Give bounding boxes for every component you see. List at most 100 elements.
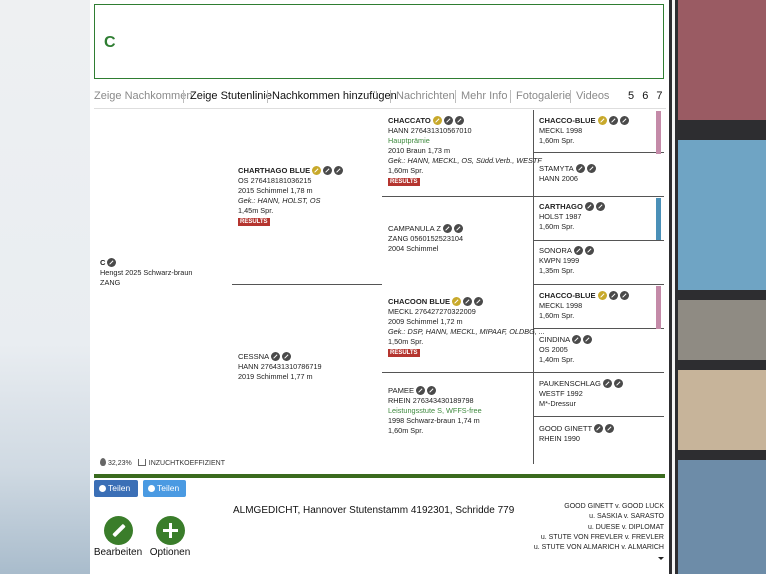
maternal-line-item: u. DUESE v. DIPLOMAT [588,523,664,531]
family-icon[interactable] [573,246,583,255]
maternal-line-item: u. STUTE VON ALMARICH v. ALMARICH [533,544,664,552]
facebook-icon [99,485,106,492]
tab-bar: Zeige Nachkommen Zeige Stutenlinie Nachk… [94,90,666,106]
family-icon[interactable] [463,297,473,306]
pedigree-sire-dam: CAMPANULA Z ZANG 0560152523104 2004 Schi… [388,224,463,254]
family-icon[interactable] [575,164,585,173]
pedigree-dam-dam: PAMEE RHEIN 276343430189798 Leistungsstu… [388,386,482,436]
edit-icon[interactable] [427,386,437,395]
generation-6[interactable]: 6 [642,90,650,102]
tab-add-offspring[interactable]: Nachkommen hinzufügen [272,90,397,102]
family-line: ALMGEDICHT, Hannover Stutenstamm 4192301… [233,505,515,516]
sport-level: M*-Dressur [539,399,576,408]
horse-name[interactable]: CHACCATO [388,116,431,126]
horse-name[interactable]: CHACCO-BLUE [539,291,596,301]
family-icon[interactable] [608,116,618,125]
facebook-share-button[interactable]: Teilen [94,480,138,497]
registration-number: OS 276418181036215 [238,176,312,185]
premium-icon [432,116,442,125]
family-icon[interactable] [323,166,333,175]
horse-details: MECKL 1998 [539,126,583,135]
tab-mare-line[interactable]: Zeige Stutenlinie [190,90,272,102]
horse-name[interactable]: CARTHAGO [539,202,583,212]
horse-name[interactable]: CHACCO-BLUE [539,116,596,126]
horse-details: 1998 Schwarz-braun 1,74 m [388,416,480,425]
pedigree-divider-gen3 [533,328,664,329]
pedigree-divider-gen3 [533,416,664,417]
pedigree-ancestor: CHACCO-BLUE MECKL 1998 1,60m Spr. [539,291,629,321]
horse-name-box: C [94,4,664,79]
results-badge[interactable]: RESULTS [388,178,420,186]
premium-icon [312,166,322,175]
pedigree-divider-gen3 [533,372,664,373]
expand-caret-icon[interactable] [658,557,664,560]
twitter-share-button[interactable]: Teilen [143,480,186,497]
family-icon[interactable] [608,291,618,300]
premium-icon [597,116,607,125]
scrollbar-track[interactable] [672,0,675,574]
edit-icon[interactable] [586,164,596,173]
family-icon[interactable] [443,116,453,125]
tab-news[interactable]: Nachrichten [396,90,455,102]
results-badge[interactable]: RESULTS [388,349,420,357]
edit-icon[interactable] [474,297,484,306]
sport-level: 1,60m Spr. [539,136,575,145]
tab-show-offspring[interactable]: Zeige Nachkommen [94,90,192,102]
family-icon[interactable] [602,379,612,388]
tab-more-info[interactable]: Mehr Info [461,90,507,102]
family-icon[interactable] [416,386,426,395]
edit-icon[interactable] [584,246,594,255]
pedigree-ancestor: PAUKENSCHLAG WESTF 1992 M*-Dressur [539,379,623,409]
horse-name[interactable]: SONORA [539,246,572,256]
horse-breed: ZANG [100,278,121,287]
edit-icon[interactable] [605,424,615,433]
background-left [0,0,90,574]
horse-name[interactable]: PAMEE [388,386,414,396]
family-icon[interactable] [584,202,594,211]
horse-details: OS 2005 [539,345,568,354]
edit-button[interactable]: Bearbeiten [93,516,143,558]
horse-details: 2004 Schimmel [388,244,439,253]
horse-name[interactable]: C [100,258,105,268]
family-icon[interactable] [271,352,281,361]
edit-icon[interactable] [107,258,117,267]
horse-name-heading: C [104,34,116,51]
tab-videos[interactable]: Videos [576,90,609,102]
horse-title: Leistungsstute S, WFFS-free [388,406,482,415]
generation-selector: 5 6 7 8 9 [628,90,669,102]
generation-5[interactable]: 5 [628,90,636,102]
family-icon[interactable] [572,335,582,344]
horse-name[interactable]: CINDINA [539,335,570,345]
edit-icon[interactable] [454,224,464,233]
inbreeding-info: 32,23% INZUCHTKOEFFIZIENT [100,458,225,467]
sport-level: 1,60m Spr. [388,166,424,175]
edit-icon[interactable] [595,202,605,211]
edit-icon[interactable] [613,379,623,388]
horse-name[interactable]: GOOD GINETT [539,424,592,434]
pedigree-divider-mid [533,284,664,285]
edit-icon[interactable] [619,116,629,125]
horse-name[interactable]: PAUKENSCHLAG [539,379,601,389]
edit-icon[interactable] [583,335,593,344]
horse-name[interactable]: CHACOON BLUE [388,297,450,307]
generation-7[interactable]: 7 [656,90,664,102]
edit-icon[interactable] [334,166,344,175]
section-divider [94,474,665,478]
tab-divider [570,90,571,103]
registration-number: ZANG 0560152523104 [388,234,464,243]
horse-details: 2015 Schimmel 1,78 m [238,186,313,195]
results-badge[interactable]: RESULTS [238,218,270,226]
edit-icon[interactable] [619,291,629,300]
tab-photo-gallery[interactable]: Fotogalerie [516,90,571,102]
family-icon[interactable] [443,224,453,233]
horse-name[interactable]: CAMPANULA Z [388,224,441,234]
horse-name[interactable]: CHARTHAGO BLUE [238,166,310,176]
horse-name[interactable]: STAMYTA [539,164,574,174]
edit-icon[interactable] [282,352,292,361]
horse-details: HOLST 1987 [539,212,582,221]
edit-icon[interactable] [454,116,464,125]
pedigree-divider-gen2-top [382,196,533,197]
horse-name[interactable]: CESSNA [238,352,269,362]
options-button[interactable]: Optionen [147,516,193,558]
family-icon[interactable] [594,424,604,433]
